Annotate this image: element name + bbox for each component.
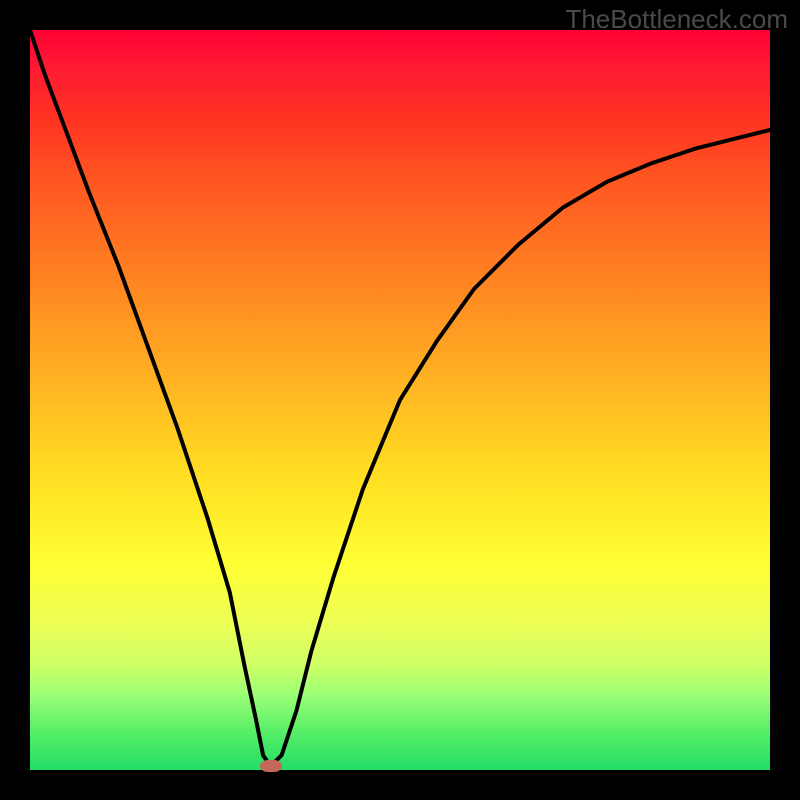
bottleneck-curve-path [30, 30, 770, 766]
minimum-marker [260, 760, 282, 772]
plot-area [30, 30, 770, 770]
curve-svg [30, 30, 770, 770]
chart-frame: TheBottleneck.com [0, 0, 800, 800]
